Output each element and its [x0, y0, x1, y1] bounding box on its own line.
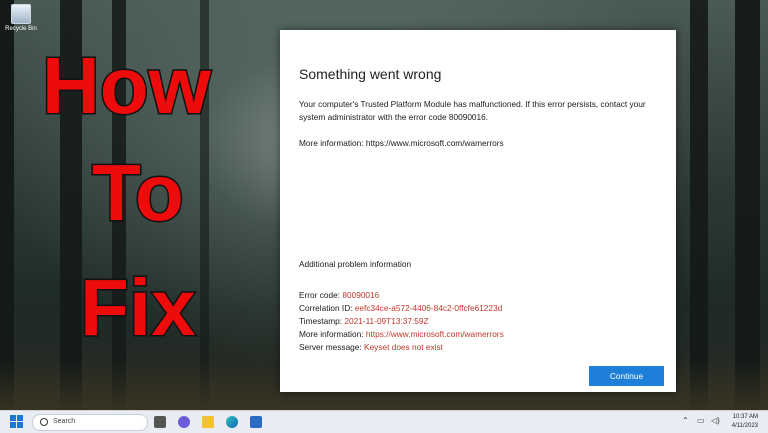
correlation-id-value: eefc34ce-a572-4406-84c2-0ffcfe61223d	[354, 303, 503, 313]
clock-time: 10:37 AM	[732, 414, 758, 420]
error-dialog: Something went wrong Your computer's Tru…	[280, 30, 676, 392]
system-clock[interactable]: 10:37 AM 4/11/2023	[732, 413, 758, 431]
detail-row-server-message: Server message: Keyset does not exist	[299, 342, 443, 352]
task-view-icon[interactable]	[154, 416, 166, 428]
recycle-bin-icon	[11, 4, 31, 24]
dialog-message: Your computer's Trusted Platform Module …	[299, 99, 646, 122]
more-information-link[interactable]: https://www.microsoft.com/wamerrors	[366, 329, 504, 339]
taskbar-search[interactable]: Search	[32, 414, 148, 431]
file-explorer-icon[interactable]	[202, 416, 214, 428]
overlay-word-to: To	[91, 148, 186, 237]
edge-browser-icon[interactable]	[226, 416, 238, 428]
tree-trunk	[735, 0, 760, 410]
store-icon[interactable]	[250, 416, 262, 428]
problem-details: Error code: 80090016 Correlation ID: eef…	[299, 289, 504, 354]
detail-row-timestamp: Timestamp: 2021-11-09T13:37:59Z	[299, 316, 429, 326]
timestamp-value: 2021-11-09T13:37:59Z	[344, 316, 429, 326]
clock-date: 4/11/2023	[731, 423, 758, 429]
taskbar: Search ⌃ ▭ ◁) 10:37 AM 4/11/2023	[0, 410, 768, 433]
error-code-value: 80090016	[342, 290, 380, 300]
volume-icon[interactable]: ◁)	[711, 416, 720, 425]
detail-row-error-code: Error code: 80090016	[299, 290, 380, 300]
detail-row-correlation-id: Correlation ID: eefc34ce-a572-4406-84c2-…	[299, 303, 503, 313]
tree-trunk	[0, 0, 14, 410]
overlay-word-how: How	[41, 41, 213, 130]
overlay-word-fix: Fix	[79, 263, 198, 352]
continue-button[interactable]: Continue	[589, 366, 664, 386]
detail-row-more-information: More information: https://www.microsoft.…	[299, 329, 504, 339]
start-button[interactable]	[10, 415, 23, 428]
recycle-bin-label: Recycle Bin	[5, 26, 37, 32]
recycle-bin-shortcut[interactable]: Recycle Bin	[2, 4, 40, 32]
network-icon[interactable]: ▭	[697, 416, 705, 425]
windows-logo-icon	[10, 415, 16, 421]
tree-trunk	[690, 0, 708, 410]
search-placeholder: Search	[53, 418, 76, 425]
dialog-title: Something went wrong	[299, 66, 442, 82]
chat-icon[interactable]	[178, 416, 190, 428]
search-icon	[40, 418, 48, 426]
server-message-value: Keyset does not exist	[364, 342, 443, 352]
more-information-text: More information: https://www.microsoft.…	[299, 138, 504, 148]
additional-info-heading: Additional problem information	[299, 259, 412, 269]
chevron-up-icon[interactable]: ⌃	[682, 416, 689, 425]
